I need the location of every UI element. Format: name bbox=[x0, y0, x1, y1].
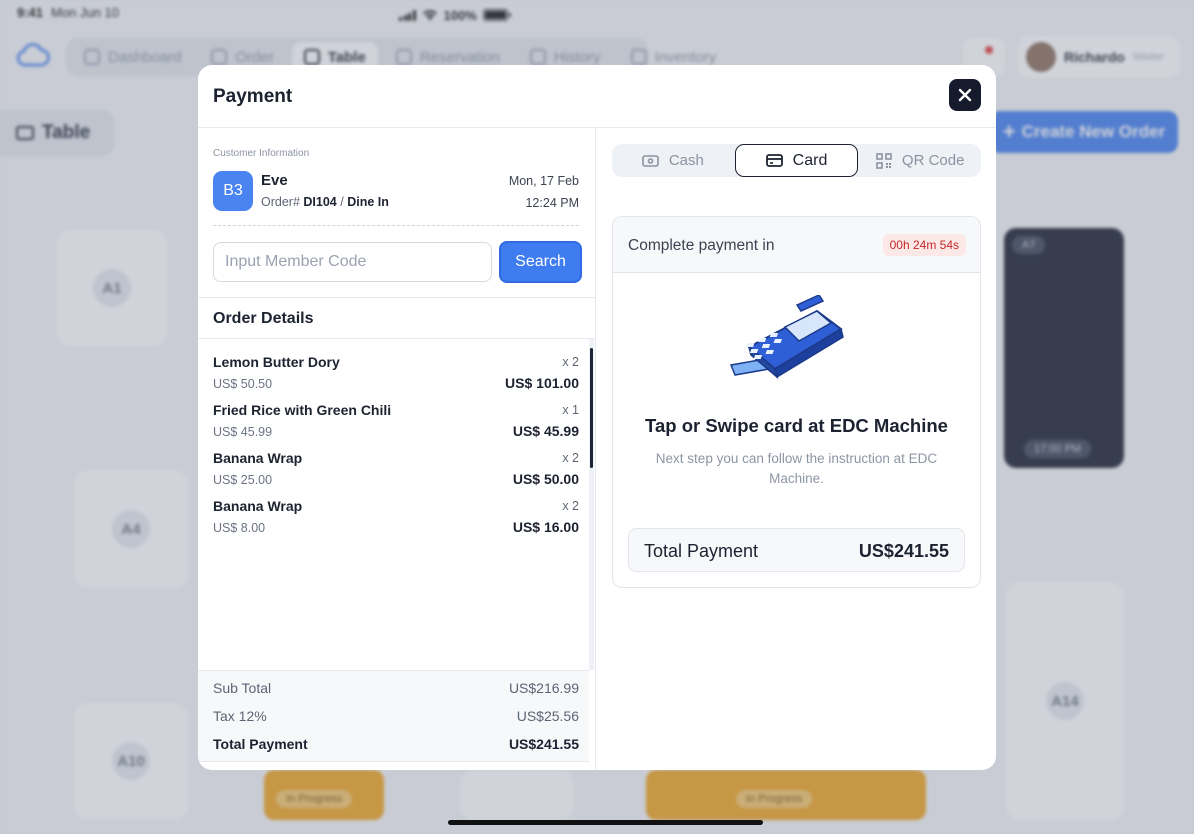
item-price: US$ 50.50 bbox=[213, 377, 273, 391]
total-row: Total Payment US$241.55 bbox=[213, 736, 579, 752]
tab-cash-label: Cash bbox=[668, 152, 704, 169]
search-button[interactable]: Search bbox=[499, 241, 582, 283]
close-icon bbox=[958, 88, 972, 102]
divider bbox=[213, 225, 579, 226]
order-panel: Customer Information B3 Eve Order# DI104… bbox=[198, 128, 596, 770]
payment-total-label: Total Payment bbox=[644, 541, 759, 561]
order-type: Dine In bbox=[347, 195, 389, 209]
customer-info-caption: Customer Information bbox=[213, 148, 310, 159]
payment-heading: Tap or Swipe card at EDC Machine bbox=[645, 415, 948, 436]
item-total: US$ 16.00 bbox=[512, 519, 579, 535]
modal-title: Payment bbox=[213, 86, 293, 107]
item-qty: x 2 bbox=[562, 451, 579, 465]
home-indicator[interactable] bbox=[448, 820, 763, 825]
customer-name: Eve bbox=[261, 172, 288, 189]
tab-qr-code-label: QR Code bbox=[901, 152, 965, 169]
item-name: Lemon Butter Dory bbox=[213, 354, 340, 370]
order-separator: / bbox=[340, 195, 344, 209]
list-item: Fried Rice with Green Chili US$ 45.99 x … bbox=[213, 395, 579, 441]
edc-machine-icon bbox=[729, 295, 844, 380]
item-name: Banana Wrap bbox=[213, 450, 303, 466]
payment-panel: Cash Card QR Code Complete payment in 00… bbox=[597, 128, 996, 770]
subtotal-label: Sub Total bbox=[213, 680, 272, 696]
tab-cash[interactable]: Cash bbox=[612, 144, 734, 177]
item-qty: x 2 bbox=[562, 355, 579, 369]
card-payment-card: Complete payment in 00h 24m 54s Tap or S… bbox=[612, 216, 981, 588]
payment-total-value: US$241.55 bbox=[858, 541, 949, 561]
tax-value: US$25.56 bbox=[516, 708, 579, 724]
payment-instruction: Next step you can follow the instruction… bbox=[655, 451, 938, 486]
item-qty: x 2 bbox=[562, 499, 579, 513]
scrollbar-thumb[interactable] bbox=[590, 348, 593, 468]
list-item: Lemon Butter Dory US$ 50.50 x 2 US$ 101.… bbox=[213, 347, 579, 393]
countdown-timer: 00h 24m 54s bbox=[882, 234, 966, 256]
order-details-title: Order Details bbox=[213, 310, 314, 327]
list-item: Banana Wrap US$ 25.00 x 2 US$ 50.00 bbox=[213, 443, 579, 489]
item-price: US$ 8.00 bbox=[213, 521, 266, 535]
payment-modal: Payment Customer Information B3 Eve Orde… bbox=[198, 65, 996, 770]
tab-qr-code[interactable]: QR Code bbox=[859, 144, 981, 177]
order-prefix: Order# bbox=[261, 195, 300, 209]
modal-header: Payment bbox=[198, 65, 996, 128]
order-items-list[interactable]: Lemon Butter Dory US$ 50.50 x 2 US$ 101.… bbox=[198, 339, 595, 670]
cash-icon bbox=[642, 154, 659, 167]
item-name: Fried Rice with Green Chili bbox=[213, 402, 392, 418]
item-qty: x 1 bbox=[562, 403, 579, 417]
item-name: Banana Wrap bbox=[213, 498, 303, 514]
tab-card-label: Card bbox=[792, 151, 828, 169]
order-details-header: Order Details bbox=[198, 297, 595, 339]
payment-total-box: Total Payment US$241.55 bbox=[628, 528, 965, 572]
item-total: US$ 101.00 bbox=[505, 375, 579, 391]
countdown-label: Complete payment in bbox=[628, 237, 775, 254]
countdown-bar: Complete payment in 00h 24m 54s bbox=[613, 217, 980, 273]
order-date: Mon, 17 Feb bbox=[508, 174, 579, 188]
item-price: US$ 25.00 bbox=[213, 473, 273, 487]
order-summary: Sub Total US$216.99 Tax 12% US$25.56 Tot… bbox=[198, 670, 589, 762]
payment-method-tabs: Cash Card QR Code bbox=[612, 144, 981, 177]
item-total: US$ 45.99 bbox=[512, 423, 579, 439]
order-info: Order# DI104 / Dine In bbox=[261, 195, 389, 209]
item-price: US$ 45.99 bbox=[213, 425, 273, 439]
member-code-input[interactable] bbox=[213, 242, 492, 282]
subtotal-value: US$216.99 bbox=[508, 680, 579, 696]
subtotal-row: Sub Total US$216.99 bbox=[213, 680, 579, 696]
total-value: US$241.55 bbox=[508, 736, 579, 752]
total-label: Total Payment bbox=[213, 736, 308, 752]
order-time: 12:24 PM bbox=[525, 196, 579, 210]
item-total: US$ 50.00 bbox=[512, 471, 579, 487]
card-icon bbox=[765, 154, 783, 167]
tab-card[interactable]: Card bbox=[734, 144, 859, 177]
close-button[interactable] bbox=[949, 79, 981, 111]
qr-code-icon bbox=[876, 152, 892, 169]
list-item: Banana Wrap US$ 8.00 x 2 US$ 16.00 bbox=[213, 491, 579, 537]
table-badge: B3 bbox=[213, 171, 253, 211]
order-id: DI104 bbox=[303, 195, 337, 209]
tax-label: Tax 12% bbox=[213, 708, 267, 724]
tax-row: Tax 12% US$25.56 bbox=[213, 708, 579, 724]
